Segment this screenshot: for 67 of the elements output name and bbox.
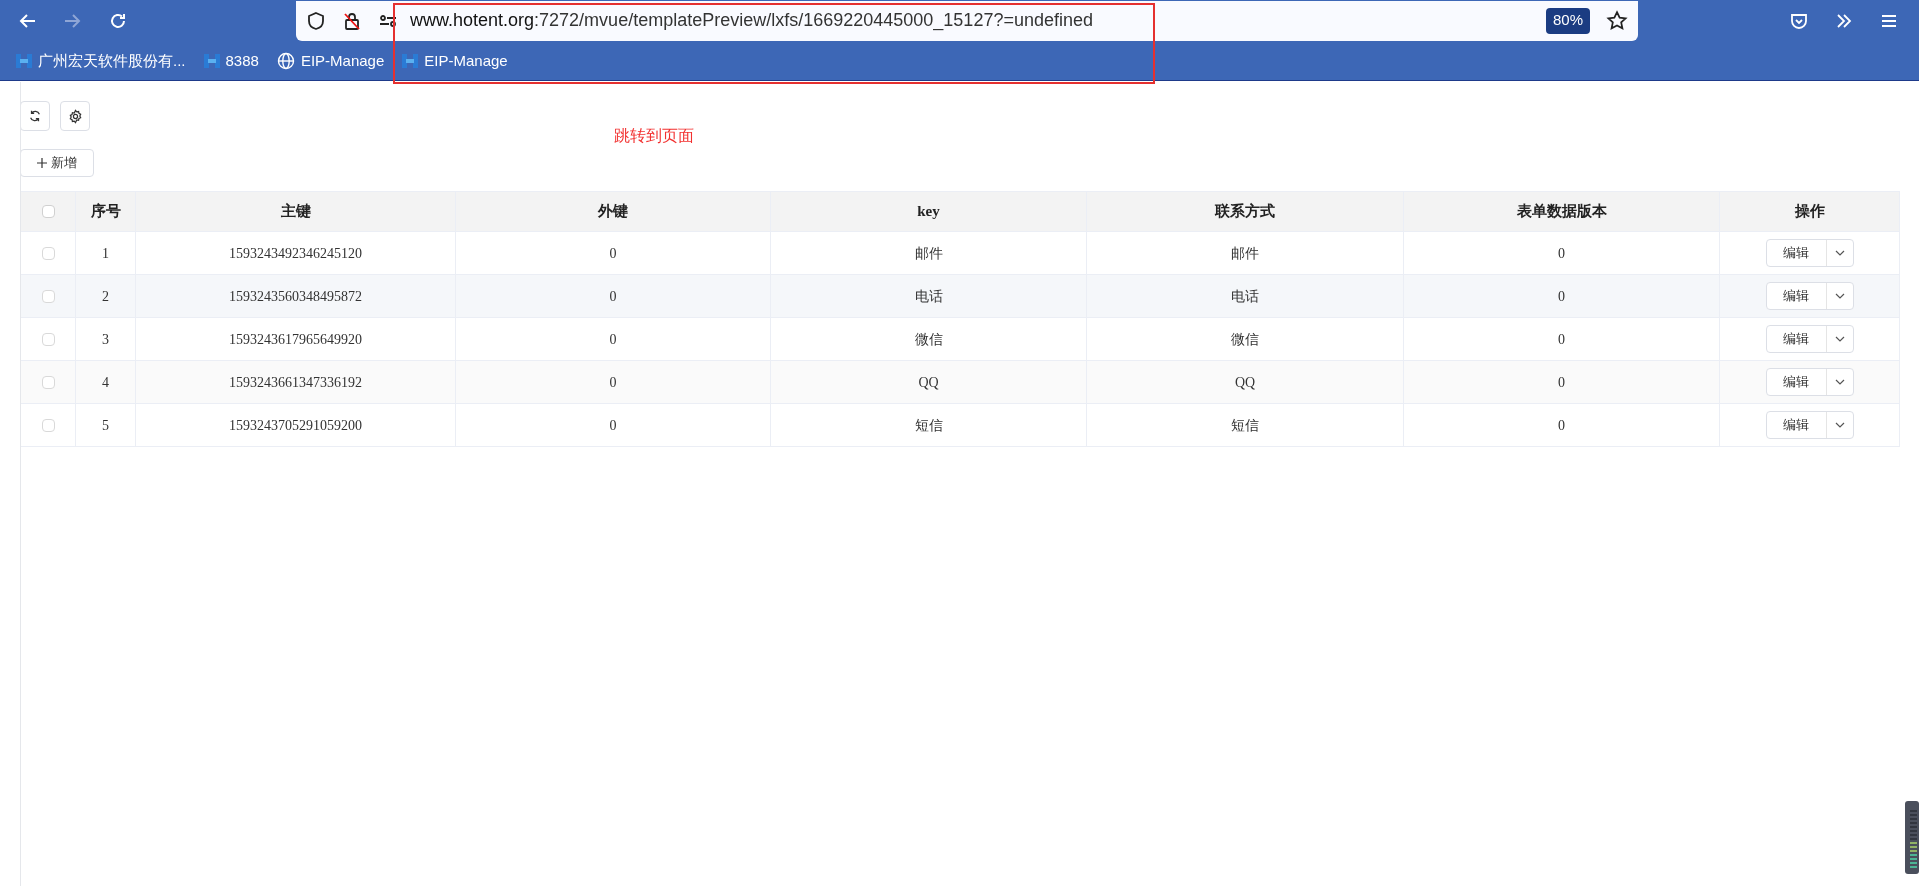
- chevron-down-icon: [1834, 250, 1845, 256]
- table-cell: 短信: [1086, 403, 1404, 447]
- table-cell: 电话: [770, 274, 1087, 318]
- table-cell: 4: [75, 360, 136, 404]
- table-cell: 0: [455, 360, 771, 404]
- table-cell: 0: [1403, 403, 1720, 447]
- table-cell: 0: [455, 274, 771, 318]
- app-icon: [402, 53, 419, 69]
- bookmark-item[interactable]: 8388: [199, 49, 263, 73]
- table-cell: 微信: [770, 317, 1087, 361]
- select-all-checkbox[interactable]: [41, 205, 55, 218]
- column-header: 序号: [75, 191, 136, 232]
- bookmark-item[interactable]: EIP-Manage: [272, 49, 389, 73]
- table-cell: QQ: [770, 360, 1087, 404]
- annotation-text: 跳转到页面: [614, 126, 694, 146]
- globe-icon: [276, 52, 295, 70]
- plus-icon: [37, 158, 47, 168]
- row-checkbox[interactable]: [41, 418, 55, 432]
- table-cell: 1: [75, 231, 136, 275]
- address-bar[interactable]: www.hotent.org:7272/mvue/templatePreview/lxfs/1669220445000_15127?=undefined 80%: [296, 0, 1638, 41]
- chevron-down-icon: [1834, 336, 1845, 342]
- row-checkbox[interactable]: [41, 246, 55, 260]
- column-header: 操作: [1719, 191, 1900, 232]
- row-checkbox[interactable]: [41, 375, 55, 389]
- table-cell: 短信: [770, 403, 1087, 447]
- column-header: 联系方式: [1086, 191, 1404, 232]
- table-cell: QQ: [1086, 360, 1404, 404]
- bookmark-item[interactable]: EIP-Manage: [398, 49, 512, 73]
- table-cell: 0: [1403, 274, 1720, 318]
- column-header: 表单数据版本: [1403, 191, 1720, 232]
- chevron-down-icon: [1834, 379, 1845, 385]
- table-cell: 0: [1403, 231, 1720, 275]
- app-icon: [16, 53, 32, 69]
- column-header: key: [770, 191, 1087, 232]
- chevron-down-icon: [1834, 293, 1845, 299]
- table-cell: 0: [455, 317, 771, 361]
- table-cell: 1593243617965649920: [135, 317, 456, 361]
- url-text[interactable]: www.hotent.org:7272/mvue/templatePreview/lxfs/1669220445000_15127?=undefined: [410, 7, 1093, 34]
- table-cell: 1593243560348495872: [135, 274, 456, 318]
- row-checkbox[interactable]: [41, 332, 55, 346]
- table-cell: 2: [75, 274, 136, 318]
- table-cell: 0: [455, 403, 771, 447]
- refresh-icon: [28, 109, 42, 123]
- table-cell: 0: [455, 231, 771, 275]
- column-header: 主键: [135, 191, 456, 232]
- table-cell: 微信: [1086, 317, 1404, 361]
- table-cell: 1593243661347336192: [135, 360, 456, 404]
- column-header: 外键: [455, 191, 771, 232]
- row-checkbox[interactable]: [41, 289, 55, 303]
- table-cell: 0: [1403, 317, 1720, 361]
- shield-icon[interactable]: [306, 10, 326, 31]
- star-icon[interactable]: [1606, 9, 1628, 32]
- zoom-badge[interactable]: 80%: [1545, 7, 1590, 34]
- lock-off-icon[interactable]: [342, 10, 362, 31]
- chevron-down-icon: [1834, 422, 1845, 428]
- table-cell: 5: [75, 403, 136, 447]
- table-cell: 3: [75, 317, 136, 361]
- settings-button[interactable]: [60, 101, 90, 131]
- table-cell: 1593243705291059200: [135, 403, 456, 447]
- table-cell: 1593243492346245120: [135, 231, 456, 275]
- table-cell: 电话: [1086, 274, 1404, 318]
- table-cell: 0: [1403, 360, 1720, 404]
- bookmark-item[interactable]: 广州宏天软件股份有...: [12, 49, 190, 73]
- table-cell: 邮件: [770, 231, 1087, 275]
- settings-icon: [67, 108, 83, 124]
- table-cell: 邮件: [1086, 231, 1404, 275]
- app-icon: [203, 53, 220, 69]
